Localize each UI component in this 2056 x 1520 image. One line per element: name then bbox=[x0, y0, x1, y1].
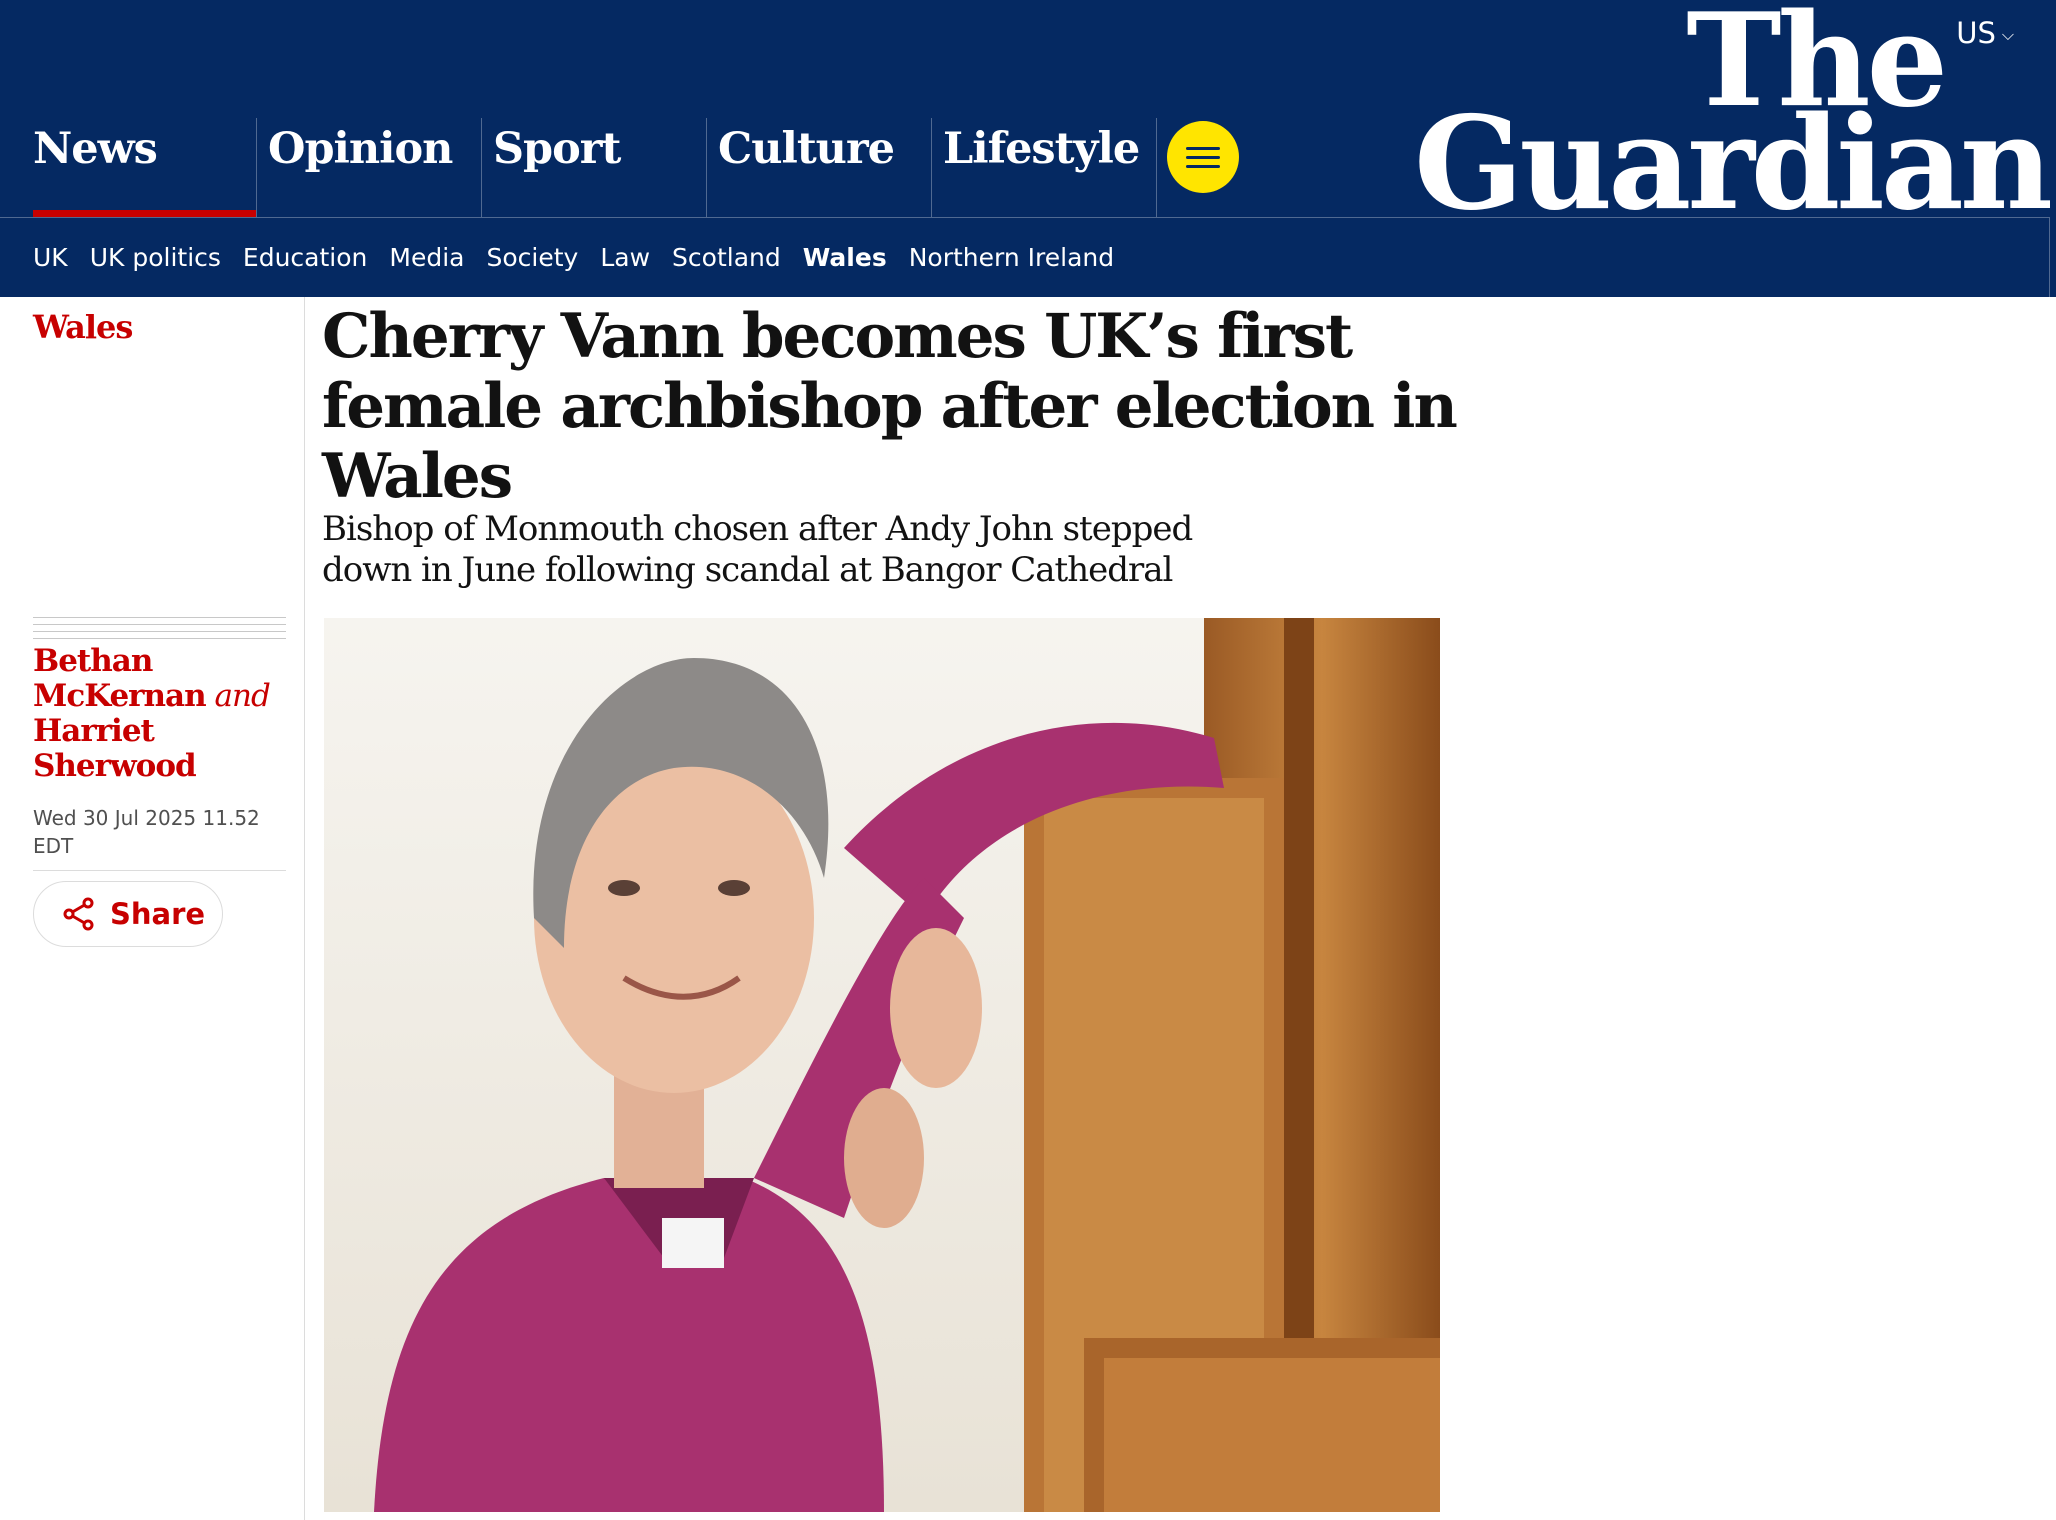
subnav-item-media[interactable]: Media bbox=[389, 243, 464, 272]
guardian-logo[interactable]: The Guardian bbox=[1414, 0, 2053, 239]
subnav-item-wales[interactable]: Wales bbox=[803, 243, 887, 272]
masthead: US ⌵ The Guardian News Opinion Sport Cul… bbox=[0, 0, 2056, 297]
subnav-item-northern-ireland[interactable]: Northern Ireland bbox=[909, 243, 1114, 272]
dateline[interactable]: Wed 30 Jul 2025 11.52 EDT bbox=[33, 804, 286, 860]
pillar-opinion[interactable]: Opinion bbox=[256, 118, 481, 218]
headline: Cherry Vann becomes UK’s first female ar… bbox=[322, 301, 1458, 512]
subnav-item-uk[interactable]: UK bbox=[33, 243, 68, 272]
subnav-item-scotland[interactable]: Scotland bbox=[672, 243, 781, 272]
column-divider bbox=[304, 297, 305, 1520]
sub-nav: UK UK politics Education Media Society L… bbox=[0, 217, 2050, 297]
subnav-item-society[interactable]: Society bbox=[486, 243, 578, 272]
meta-rule-lines bbox=[33, 617, 286, 645]
share-button[interactable]: Share bbox=[33, 881, 223, 947]
pillar-news[interactable]: News bbox=[0, 118, 256, 218]
pillar-lifestyle[interactable]: Lifestyle bbox=[931, 118, 1156, 218]
hero-image[interactable] bbox=[324, 618, 1440, 1512]
subnav-item-education[interactable]: Education bbox=[243, 243, 367, 272]
pillar-divider bbox=[1156, 118, 1157, 218]
logo-line-2: Guardian bbox=[1414, 89, 2053, 239]
pillar-nav: News Opinion Sport Culture Lifestyle bbox=[0, 118, 1157, 218]
share-icon bbox=[63, 897, 94, 931]
menu-icon bbox=[1186, 164, 1220, 168]
subnav-item-law[interactable]: Law bbox=[600, 243, 650, 272]
menu-icon bbox=[1186, 155, 1220, 159]
section-label[interactable]: Wales bbox=[33, 308, 133, 346]
share-label: Share bbox=[110, 897, 206, 931]
byline-conjunction: and bbox=[214, 678, 271, 714]
byline: Bethan McKernan and Harriet Sherwood bbox=[33, 644, 286, 784]
standfirst: Bishop of Monmouth chosen after Andy Joh… bbox=[322, 509, 1193, 590]
meta-divider bbox=[33, 870, 286, 871]
subnav-item-uk-politics[interactable]: UK politics bbox=[90, 243, 221, 272]
author-link[interactable]: Harriet Sherwood bbox=[33, 713, 197, 784]
author-link[interactable]: Bethan McKernan bbox=[33, 643, 207, 714]
menu-button[interactable] bbox=[1167, 121, 1239, 193]
hero-photo bbox=[324, 618, 1440, 1512]
menu-icon bbox=[1186, 146, 1220, 150]
pillar-culture[interactable]: Culture bbox=[706, 118, 931, 218]
pillar-sport[interactable]: Sport bbox=[481, 118, 706, 218]
